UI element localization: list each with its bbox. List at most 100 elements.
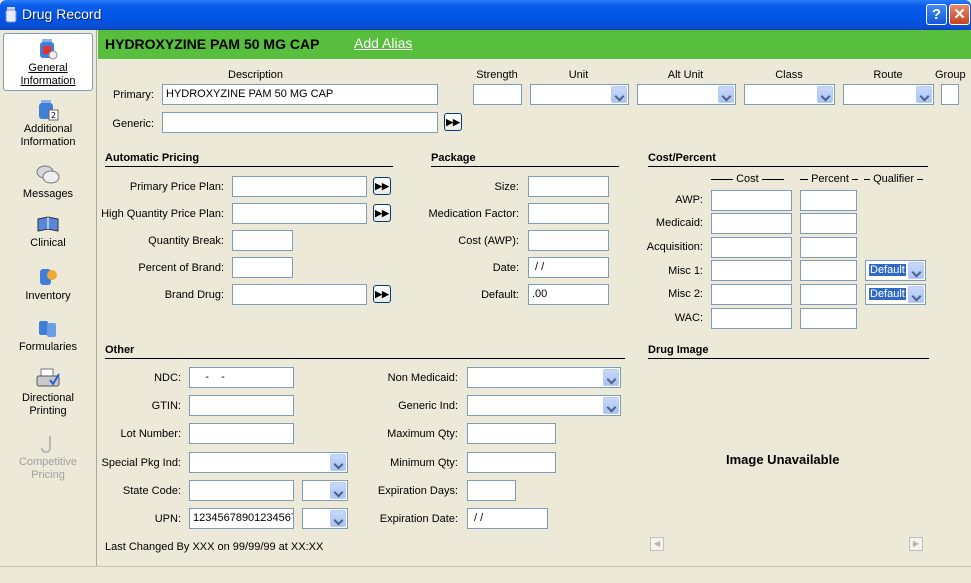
- brand-drug-field[interactable]: [232, 284, 367, 305]
- add-alias-link[interactable]: Add Alias: [354, 35, 412, 51]
- ndc-field[interactable]: - -: [189, 367, 294, 388]
- high-quantity-price-plan-lookup-button[interactable]: ▶▶: [373, 204, 391, 222]
- sidebar-item-label: Formularies: [18, 341, 78, 353]
- expiration-date-field[interactable]: / /: [467, 508, 548, 529]
- misc1-cost-field[interactable]: [711, 260, 792, 281]
- image-next-arrow-icon[interactable]: ▶: [909, 537, 923, 551]
- minimum-qty-field[interactable]: [467, 452, 556, 473]
- upn-select[interactable]: [302, 508, 348, 529]
- sidebar-item-label: Competitive Pricing: [18, 456, 78, 481]
- close-button[interactable]: ✕: [949, 4, 970, 25]
- special-pkg-ind-select[interactable]: [189, 452, 348, 473]
- state-code-select[interactable]: [302, 480, 348, 501]
- misc1-percent-field[interactable]: [800, 260, 857, 281]
- acquisition-label: Acquisition:: [646, 241, 703, 253]
- alt-unit-select[interactable]: [637, 84, 736, 105]
- brand-drug-label: Brand Drug:: [164, 289, 224, 301]
- minimum-qty-label: Minimum Qty:: [390, 457, 458, 469]
- class-select[interactable]: [744, 84, 835, 105]
- package-heading: Package: [431, 152, 619, 167]
- wac-cost-field[interactable]: [711, 308, 792, 329]
- sidebar-item-label: General Information: [20, 62, 76, 87]
- chevron-down-icon: [603, 397, 619, 414]
- misc2-percent-field[interactable]: [800, 284, 857, 305]
- help-button[interactable]: ?: [926, 4, 947, 25]
- drug-image-heading: Drug Image: [648, 344, 929, 359]
- sidebar-item-competitive-pricing: Competitive Pricing: [3, 430, 93, 488]
- group-field[interactable]: [941, 84, 959, 105]
- primary-label: Primary:: [113, 89, 154, 101]
- sidebar-item-general-information[interactable]: General Information: [3, 33, 93, 91]
- high-quantity-price-plan-label: High Quantity Price Plan:: [101, 208, 224, 220]
- additional-info-icon: 2: [39, 100, 59, 121]
- maximum-qty-field[interactable]: [467, 423, 556, 444]
- unit-select[interactable]: [530, 84, 629, 105]
- misc2-qualifier-value: Default: [869, 288, 906, 300]
- size-field[interactable]: [528, 176, 609, 197]
- acquisition-percent-field[interactable]: [800, 237, 857, 258]
- medication-factor-label: Medication Factor:: [428, 208, 519, 220]
- primary-description-field[interactable]: HYDROXYZINE PAM 50 MG CAP: [162, 84, 438, 105]
- sidebar-item-label: Clinical: [30, 237, 66, 249]
- image-prev-arrow-icon[interactable]: ◀: [650, 537, 664, 551]
- sidebar-item-directional-printing[interactable]: Directional Printing: [3, 364, 93, 422]
- generic-ind-select[interactable]: [467, 395, 621, 416]
- class-column-label: Class: [775, 69, 803, 81]
- sidebar-item-clinical[interactable]: Clinical: [3, 211, 93, 269]
- percent-of-brand-field[interactable]: [232, 257, 293, 278]
- awp-label: AWP:: [675, 194, 703, 206]
- high-quantity-price-plan-field[interactable]: [232, 203, 367, 224]
- chevron-down-icon: [611, 86, 627, 103]
- route-column-label: Route: [873, 69, 903, 81]
- default-field[interactable]: .00: [528, 284, 609, 305]
- acquisition-cost-field[interactable]: [711, 237, 792, 258]
- gtin-label: GTIN:: [151, 400, 181, 412]
- date-field[interactable]: / /: [528, 257, 609, 278]
- quantity-break-field[interactable]: [232, 230, 293, 251]
- percent-column-label: Percent: [811, 173, 849, 185]
- qualifier-column-header: Qualifier: [864, 173, 928, 185]
- sidebar: General Information 2 Additional Informa…: [0, 30, 97, 566]
- app-icon: [5, 7, 17, 23]
- sidebar-item-label: Inventory: [25, 290, 71, 302]
- upn-field[interactable]: 12345678901234567: [189, 508, 294, 529]
- sidebar-item-formularies[interactable]: Formularies: [3, 313, 93, 371]
- primary-price-plan-field[interactable]: [232, 176, 367, 197]
- generic-lookup-button[interactable]: ▶▶: [444, 113, 462, 131]
- sidebar-item-inventory[interactable]: Inventory: [3, 262, 93, 320]
- date-label: Date:: [492, 262, 519, 274]
- state-code-field[interactable]: [189, 480, 294, 501]
- gtin-field[interactable]: [189, 395, 294, 416]
- size-label: Size:: [494, 181, 519, 193]
- medicaid-percent-field[interactable]: [800, 213, 857, 234]
- misc2-cost-field[interactable]: [711, 284, 792, 305]
- chevron-down-icon: [817, 86, 833, 103]
- printer-icon: [36, 368, 60, 387]
- non-medicaid-select[interactable]: [467, 367, 621, 388]
- wac-percent-field[interactable]: [800, 308, 857, 329]
- awp-percent-field[interactable]: [800, 190, 857, 211]
- drug-name: HYDROXYZINE PAM 50 MG CAP: [105, 36, 320, 52]
- misc1-qualifier-value: Default: [869, 264, 906, 276]
- brand-drug-lookup-button[interactable]: ▶▶: [373, 285, 391, 303]
- strength-field[interactable]: [473, 84, 522, 105]
- cost-awp-field[interactable]: [528, 230, 609, 251]
- medicaid-cost-field[interactable]: [711, 213, 792, 234]
- primary-price-plan-lookup-button[interactable]: ▶▶: [373, 177, 391, 195]
- lot-number-field[interactable]: [189, 423, 294, 444]
- generic-field[interactable]: [162, 112, 438, 133]
- chevron-down-icon: [330, 454, 346, 471]
- medication-factor-field[interactable]: [528, 203, 609, 224]
- quantity-break-label: Quantity Break:: [148, 235, 224, 247]
- sidebar-item-messages[interactable]: Messages: [3, 160, 93, 218]
- chevron-down-icon: [718, 86, 734, 103]
- maximum-qty-label: Maximum Qty:: [387, 428, 458, 440]
- sidebar-item-additional-information[interactable]: 2 Additional Information: [3, 95, 93, 153]
- awp-cost-field[interactable]: [711, 190, 792, 211]
- route-select[interactable]: [843, 84, 934, 105]
- misc1-qualifier-select[interactable]: Default: [865, 260, 926, 281]
- expiration-days-field[interactable]: [467, 480, 516, 501]
- alt-unit-column-label: Alt Unit: [667, 69, 704, 81]
- misc2-qualifier-select[interactable]: Default: [865, 284, 926, 305]
- description-column-label: Description: [228, 69, 284, 81]
